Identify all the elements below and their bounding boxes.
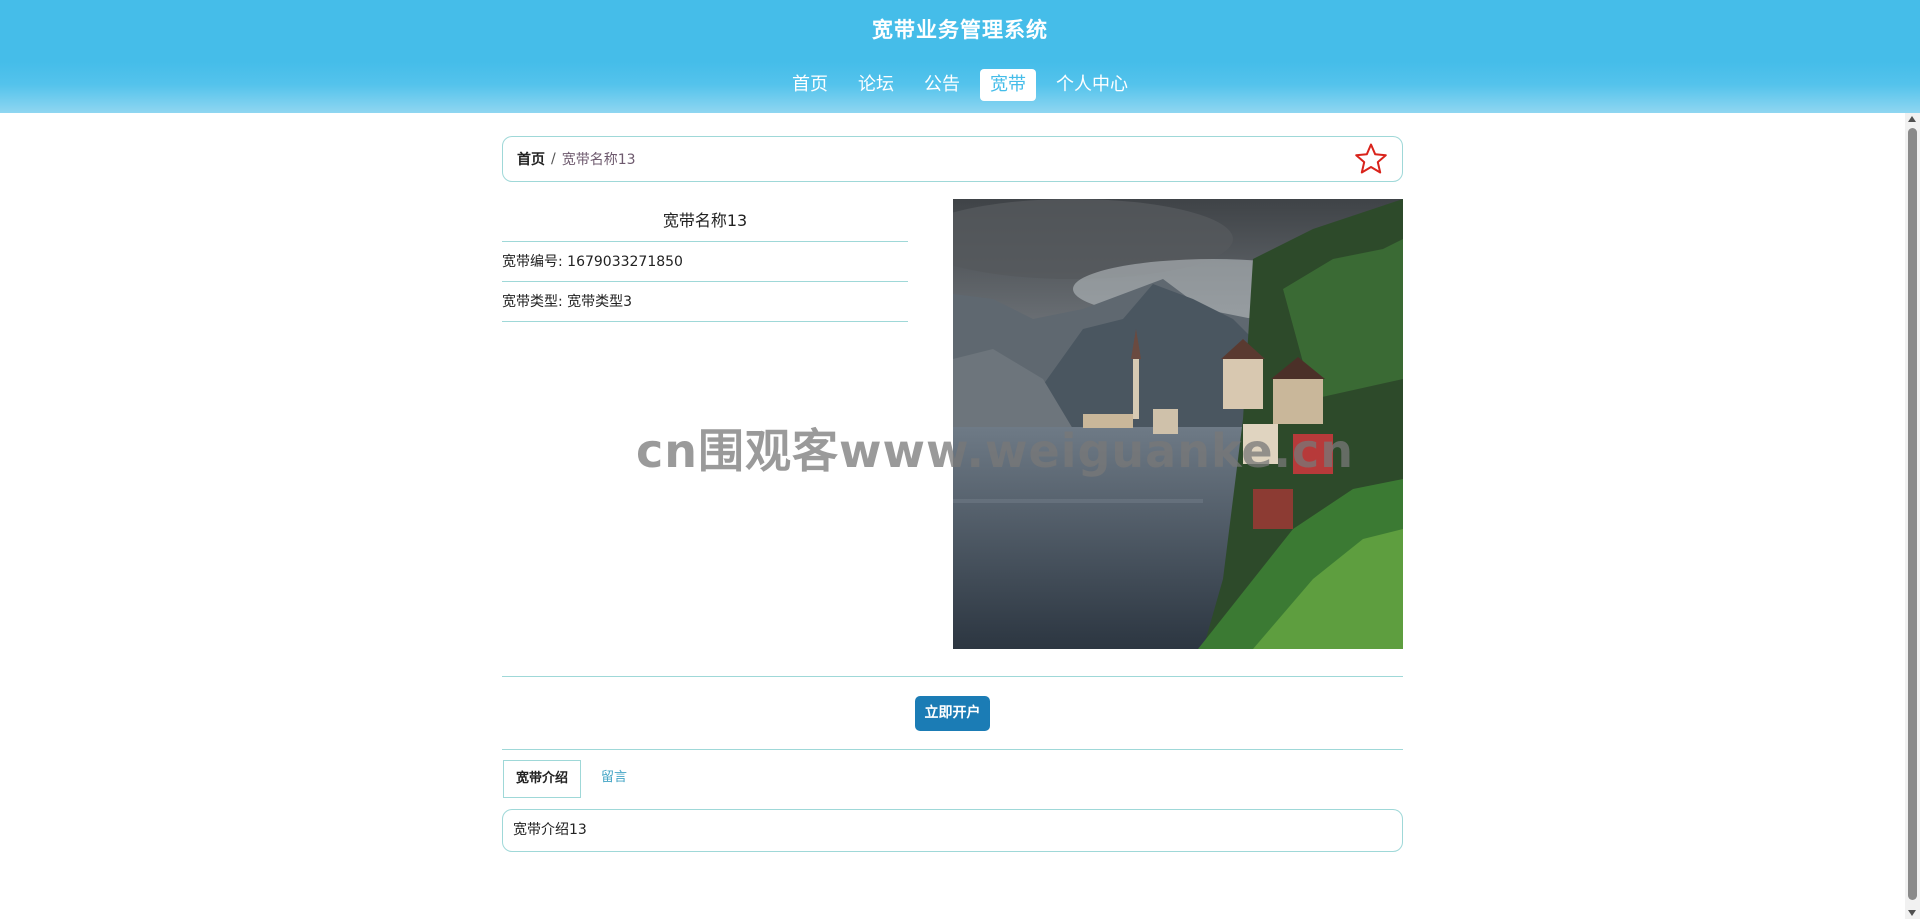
broadband-info: 宽带名称13 宽带编号: 1679033271850 宽带类型: 宽带类型3 [502, 199, 908, 322]
broadband-number-row: 宽带编号: 1679033271850 [502, 242, 908, 282]
site-title: 宽带业务管理系统 [872, 18, 1048, 42]
detail-tabs: 宽带介绍 留言 [503, 760, 639, 798]
broadband-type-value: 宽带类型3 [567, 294, 633, 310]
nav-item-notice[interactable]: 公告 [914, 69, 970, 101]
broadband-type-row: 宽带类型: 宽带类型3 [502, 282, 908, 322]
main-nav: 首页 论坛 公告 宽带 个人中心 [0, 69, 1920, 101]
tab-broadband-intro[interactable]: 宽带介绍 [503, 760, 582, 798]
breadcrumb: 首页 / 宽带名称13 [502, 136, 1403, 182]
scroll-down-arrow-icon[interactable] [1908, 910, 1916, 916]
star-outline-icon[interactable] [1354, 142, 1388, 176]
open-account-button[interactable]: 立即开户 [915, 696, 990, 731]
vertical-scrollbar[interactable] [1905, 113, 1920, 919]
scroll-up-arrow-icon[interactable] [1908, 116, 1916, 122]
breadcrumb-home-link[interactable]: 首页 [517, 149, 545, 169]
broadband-number-label: 宽带编号: [502, 254, 563, 270]
divider [502, 676, 1403, 677]
nav-item-forum[interactable]: 论坛 [848, 69, 904, 101]
nav-item-personal-center[interactable]: 个人中心 [1046, 69, 1138, 101]
broadband-name: 宽带名称13 [502, 199, 908, 242]
breadcrumb-current: 宽带名称13 [561, 152, 636, 168]
tab-messages[interactable]: 留言 [589, 760, 639, 798]
broadband-type-label: 宽带类型: [502, 294, 563, 310]
broadband-number-value: 1679033271850 [567, 254, 683, 270]
watermark-text: cn围观客www.weiguanke.cn [636, 424, 1355, 478]
nav-item-broadband[interactable]: 宽带 [980, 69, 1036, 101]
site-header: 宽带业务管理系统 首页 论坛 公告 宽带 个人中心 [0, 0, 1920, 113]
divider [502, 749, 1403, 750]
scrollbar-thumb[interactable] [1908, 128, 1917, 900]
broadband-intro-content: 宽带介绍13 [502, 809, 1403, 852]
nav-item-home[interactable]: 首页 [782, 69, 838, 101]
breadcrumb-separator: / [551, 151, 556, 167]
